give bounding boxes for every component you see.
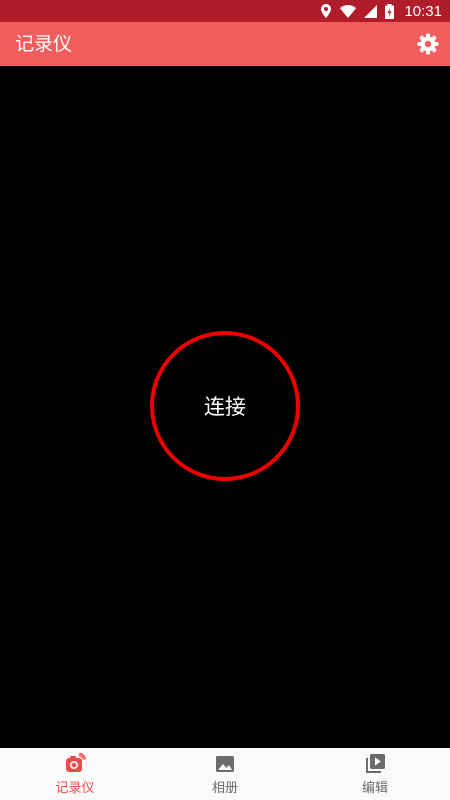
video-library-icon [366, 753, 385, 773]
nav-item-recorder[interactable]: 记录仪 [0, 748, 150, 800]
status-time: 10:31 [404, 2, 442, 20]
camera-icon [66, 752, 86, 772]
status-icons: 10:31 [320, 2, 442, 20]
gear-icon [417, 33, 439, 55]
nav-label-album: 相册 [211, 780, 238, 796]
app-bar: 记录仪 [0, 22, 450, 66]
bottom-nav: 记录仪 相册 编辑 [0, 748, 450, 800]
settings-button[interactable] [416, 32, 440, 56]
connect-button[interactable]: 连接 [150, 331, 300, 481]
status-bar: 10:31 [0, 0, 450, 22]
wifi-icon [340, 4, 357, 18]
nav-item-edit[interactable]: 编辑 [300, 748, 450, 800]
image-icon [216, 755, 234, 772]
app-title: 记录仪 [15, 33, 73, 55]
location-icon [321, 4, 332, 18]
connect-label: 连接 [204, 395, 246, 419]
nav-label-recorder: 记录仪 [55, 780, 95, 796]
battery-icon [385, 3, 395, 19]
nav-label-edit: 编辑 [361, 780, 388, 796]
signal-icon [364, 4, 378, 18]
camera-preview: 连接 [0, 66, 450, 748]
nav-item-album[interactable]: 相册 [150, 748, 300, 800]
